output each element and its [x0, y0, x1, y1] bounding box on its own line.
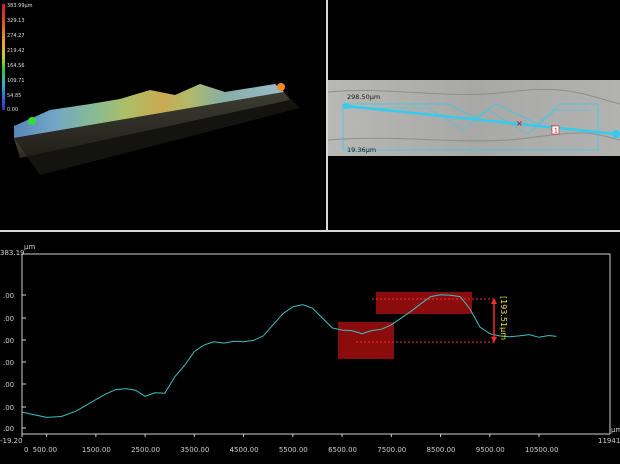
y-tick-label: .00 — [3, 337, 14, 345]
bottom-edge-label: 19.36μm — [347, 146, 376, 154]
y-bottom-label: -19.20 — [0, 437, 23, 445]
cross-marker[interactable]: × — [516, 119, 523, 128]
color-scale-label: 219.42 — [7, 48, 25, 54]
measurement-arrow-head — [491, 337, 497, 343]
color-scale-label: 383.99μm — [7, 3, 33, 9]
y-tick-label: .00 — [3, 315, 14, 323]
x-tick-label: 10500.00 — [525, 446, 558, 454]
x-tick-label: 5500.00 — [279, 446, 308, 454]
3d-surface-view[interactable] — [0, 0, 326, 230]
x-unit-label: μm — [611, 426, 620, 434]
measurement-arrow-head — [491, 298, 497, 304]
x-tick-label: 8500.00 — [427, 446, 456, 454]
y-tick-label: .00 — [3, 359, 14, 367]
x-end-label: 11941.2 — [598, 437, 620, 445]
profile-chart-panel[interactable]: μm μm 383.19 -19.20 11941.2 .00.00.00.00… — [0, 232, 620, 460]
2d-image-panel[interactable]: × × 1 298.50μm 19.36μm — [327, 0, 620, 230]
end-point-marker[interactable] — [277, 83, 285, 91]
color-scale-bar — [2, 4, 5, 110]
x-tick-label: 2500.00 — [131, 446, 160, 454]
x-tick-label: 0 — [24, 446, 28, 454]
plot-frame — [21, 253, 611, 435]
y-tick-label: .00 — [3, 404, 14, 412]
y-tick-labels: .00 .00 .00 .00 .00 .00 .00 — [3, 292, 14, 433]
y-tick-label: .00 — [3, 292, 14, 300]
x-tick-labels: 0 500.00 1500.00 2500.00 3500.00 4500.00 5500.… — [24, 446, 558, 454]
measurement-label: [193.51μm — [499, 296, 508, 340]
profile-series-line — [21, 294, 557, 418]
profile-line-end-handle[interactable] — [612, 130, 620, 138]
x-tick-label: 6500.00 — [328, 446, 357, 454]
start-point-marker[interactable] — [28, 117, 36, 125]
x-tick-label: 1500.00 — [82, 446, 111, 454]
x-tick-label: 7500.00 — [377, 446, 406, 454]
y-top-label: 383.19 — [0, 249, 25, 257]
top-edge-label: 298.50μm — [347, 93, 380, 101]
2d-image-view[interactable]: × × 1 298.50μm 19.36μm — [327, 0, 620, 230]
x-tick-label: 500.00 — [33, 446, 58, 454]
3d-view-panel[interactable]: 383.99μm 329.13 274.27 219.42 164.56 109… — [0, 0, 326, 230]
color-scale-label: 54.85 — [7, 93, 22, 99]
y-tick-label: .00 — [3, 425, 14, 433]
x-tick-label: 4500.00 — [230, 446, 259, 454]
color-scale-label: 329.13 — [7, 18, 25, 24]
sample-image — [328, 80, 620, 156]
profile-line-start-handle[interactable] — [343, 103, 349, 109]
y-tick-label: .00 — [3, 381, 14, 389]
color-scale-label: 0.00 — [7, 107, 19, 113]
color-scale-label: 274.27 — [7, 33, 25, 39]
cursor-marker-label: 1 — [554, 128, 558, 135]
color-scale-label: 164.56 — [7, 63, 25, 69]
color-scale-label: 109.71 — [7, 78, 25, 84]
x-tick-label: 9500.00 — [476, 446, 505, 454]
y-unit-label: μm — [24, 243, 35, 251]
measurement-region-high[interactable] — [376, 292, 472, 314]
x-tick-label: 3500.00 — [180, 446, 209, 454]
profile-chart[interactable]: μm μm 383.19 -19.20 11941.2 .00.00.00.00… — [0, 232, 620, 460]
